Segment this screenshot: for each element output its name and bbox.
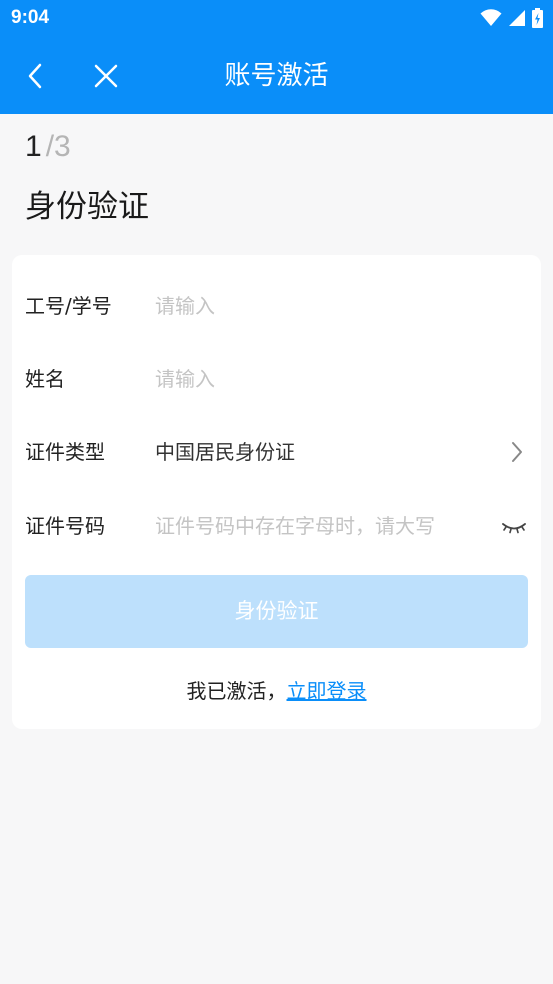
id-number-label: 证件号码 <box>25 514 105 538</box>
step-indicator: 1/3 <box>25 130 71 164</box>
name-row[interactable]: 姓名 请输入 <box>12 348 541 408</box>
status-bar: 9:04 <box>0 0 553 38</box>
id-number-input[interactable]: 证件号码中存在字母时，请大写 <box>155 513 435 539</box>
status-time: 9:04 <box>11 7 50 28</box>
eye-closed-icon[interactable] <box>501 515 527 537</box>
app-bar: 账号激活 <box>0 38 553 114</box>
id-type-select[interactable]: 中国居民身份证 <box>155 439 295 465</box>
form-card: 工号/学号 请输入 姓名 请输入 证件类型 中国居民身份证 证件号码 证件号码中… <box>12 255 541 729</box>
name-label: 姓名 <box>25 367 65 391</box>
name-input[interactable]: 请输入 <box>155 366 215 392</box>
login-link[interactable]: 立即登录 <box>287 679 367 703</box>
page-title-bar: 账号激活 <box>224 61 329 91</box>
cell-signal-icon <box>509 10 525 26</box>
wifi-icon <box>480 9 502 26</box>
id-type-row[interactable]: 证件类型 中国居民身份证 <box>12 421 541 481</box>
staff-id-row[interactable]: 工号/学号 请输入 <box>12 275 541 335</box>
id-number-row[interactable]: 证件号码 证件号码中存在字母时，请大写 <box>12 495 541 555</box>
staff-id-input[interactable]: 请输入 <box>155 293 215 319</box>
already-activated-text: 我已激活， <box>186 679 287 703</box>
staff-id-label: 工号/学号 <box>25 294 112 318</box>
battery-icon <box>532 8 543 28</box>
id-type-label: 证件类型 <box>25 440 105 464</box>
status-icons <box>480 8 543 28</box>
step-total: /3 <box>45 130 71 163</box>
chevron-right-icon[interactable] <box>507 439 527 465</box>
verify-identity-button[interactable]: 身份验证 <box>25 575 528 648</box>
already-activated-line: 我已激活，立即登录 <box>12 675 541 704</box>
step-current: 1 <box>25 130 42 163</box>
section-title: 身份验证 <box>25 189 149 225</box>
